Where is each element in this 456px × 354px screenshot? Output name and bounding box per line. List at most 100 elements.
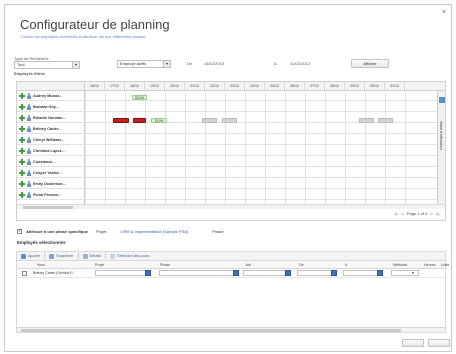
to-label: A: [274, 61, 277, 66]
col-hours: Heures: [424, 263, 436, 267]
employee-row[interactable]: Audrey Munoz...: [17, 91, 445, 101]
day-header-cell: 17/12: [105, 82, 125, 91]
delete-label: Supprimer: [56, 254, 74, 258]
user-icon: [27, 192, 31, 198]
table-horizontal-scrollbar[interactable]: [17, 327, 445, 332]
day-header-cell: 18/12: [125, 82, 145, 91]
scrollbar-thumb[interactable]: [21, 329, 401, 332]
user-icon: [27, 181, 31, 187]
panel-tab-icon[interactable]: [439, 97, 445, 103]
ok-button[interactable]: [402, 339, 424, 347]
employee-cell[interactable]: Emily Dickerson...: [17, 179, 85, 189]
add-icon[interactable]: [19, 115, 25, 121]
add-button[interactable]: Ajouter: [21, 253, 40, 259]
prev-page-icon[interactable]: <: [401, 211, 403, 216]
employee-cell[interactable]: Constance...: [17, 157, 85, 167]
table-row[interactable]: Britney Carter (Service P... ▾: [17, 269, 445, 278]
first-page-icon[interactable]: |<: [395, 211, 398, 216]
allocation-bar[interactable]: 75.0%: [151, 118, 167, 123]
add-icon[interactable]: [19, 159, 25, 165]
grid-column-line: [165, 91, 166, 204]
chevron-down-icon: ▾: [72, 62, 79, 68]
calendar-icon: [110, 253, 116, 259]
add-icon[interactable]: [19, 170, 25, 176]
user-icon: [27, 115, 31, 121]
grid-column-line: [185, 91, 186, 204]
employee-row[interactable]: Barbara Guy...: [17, 102, 445, 112]
jod-input[interactable]: [243, 270, 291, 276]
assign-phase-checkbox[interactable]: [17, 228, 22, 234]
scrollbar-thumb[interactable]: [23, 206, 73, 209]
employee-cell[interactable]: Cheryl Williams...: [17, 135, 85, 145]
method-select[interactable]: [391, 270, 419, 276]
to-date[interactable]: 31/02/2013: [290, 61, 310, 66]
employee-row[interactable]: Britney Carter...: [17, 124, 445, 134]
employee-row[interactable]: Emily Dickerson...: [17, 179, 445, 189]
cancel-button[interactable]: [428, 339, 450, 347]
employee-row[interactable]: Constance...: [17, 157, 445, 167]
day-header-cell: 31/12: [385, 82, 405, 91]
assignment-status-panel[interactable]: Statut d'affectation: [437, 91, 445, 204]
add-icon[interactable]: [19, 137, 25, 143]
show-button[interactable]: Afficher: [351, 59, 389, 68]
day-header-cell: 20/12: [165, 82, 185, 91]
allocation-bar[interactable]: [378, 118, 393, 123]
row-employee-name: Britney Carter (Service P...: [33, 271, 76, 275]
allocation-bar[interactable]: 80.0%: [132, 95, 147, 100]
day-header-cell: 19/12: [145, 82, 165, 91]
calendar-icon[interactable]: [331, 270, 337, 276]
allocation-bar[interactable]: [133, 118, 146, 123]
add-icon[interactable]: [19, 148, 25, 154]
select-days-label: Sélection des jours: [117, 254, 150, 258]
employee-cell[interactable]: Cooper Vocha...: [17, 168, 85, 178]
allocation-bar[interactable]: [113, 118, 129, 123]
status-select[interactable]: Employé actifs ▾: [117, 60, 171, 68]
selected-employees-table: Nom Projet Phase Jod De A Méthode Heures…: [16, 261, 449, 333]
phase-input[interactable]: [159, 270, 239, 276]
delete-button[interactable]: Supprimer: [49, 253, 74, 259]
from-label: De: [187, 61, 193, 66]
project-input[interactable]: [95, 270, 151, 276]
employee-row[interactable]: Cheryl Williams...: [17, 135, 445, 145]
calendar-icon[interactable]: [377, 270, 383, 276]
add-icon[interactable]: [19, 181, 25, 187]
employee-row[interactable]: Cooper Vocha...: [17, 168, 445, 178]
search-type-select[interactable]: Tout ▾: [14, 61, 80, 69]
lookup-icon[interactable]: [145, 270, 151, 276]
close-icon[interactable]: ×: [442, 9, 446, 16]
user-icon: [27, 159, 31, 165]
allocation-bar[interactable]: [202, 118, 217, 123]
lookup-icon[interactable]: [285, 270, 291, 276]
employee-cell[interactable]: Barbara Guy...: [17, 102, 85, 112]
allocation-bar[interactable]: [359, 118, 374, 123]
employee-cell[interactable]: Christina Lopez...: [17, 146, 85, 156]
project-link[interactable]: CRM & Implementation (Sample PSA): [120, 229, 188, 234]
row-checkbox[interactable]: [22, 271, 27, 276]
employee-row[interactable]: Christina Lopez...: [17, 146, 445, 156]
allocation-bar[interactable]: [222, 118, 237, 123]
employee-cell[interactable]: Audrey Munoz...: [17, 91, 85, 101]
add-icon[interactable]: [19, 192, 25, 198]
last-page-icon[interactable]: >|: [436, 211, 439, 216]
employee-row[interactable]: Fiona Preston...: [17, 190, 445, 200]
from-date[interactable]: 16/02/2013: [204, 61, 224, 66]
selected-toolbar: Ajouter Supprimer Détails Sélection des …: [16, 251, 446, 261]
select-days-button[interactable]: Sélection des jours: [110, 253, 150, 259]
assignment-status-label: Statut d'affectation: [439, 121, 443, 150]
assign-phase-label: Attribuer à une phase spécifique: [26, 228, 89, 234]
grid-horizontal-scrollbar[interactable]: [17, 204, 445, 209]
add-icon[interactable]: [19, 104, 25, 110]
add-icon[interactable]: [19, 126, 25, 132]
lookup-icon[interactable]: [233, 270, 239, 276]
employee-name: Britanie Norman...: [33, 116, 66, 120]
user-icon: [27, 170, 31, 176]
next-page-icon[interactable]: >: [430, 211, 432, 216]
employee-cell[interactable]: Britney Carter...: [17, 124, 85, 134]
employee-cell[interactable]: Fiona Preston...: [17, 190, 85, 200]
details-button[interactable]: Détails: [82, 253, 101, 259]
add-icon[interactable]: [19, 93, 25, 99]
day-header-cell: 27/12: [305, 82, 325, 91]
col-jod: Jod: [245, 263, 251, 267]
employee-name: Fiona Preston...: [33, 193, 62, 197]
employee-cell[interactable]: Britanie Norman...: [17, 113, 85, 123]
